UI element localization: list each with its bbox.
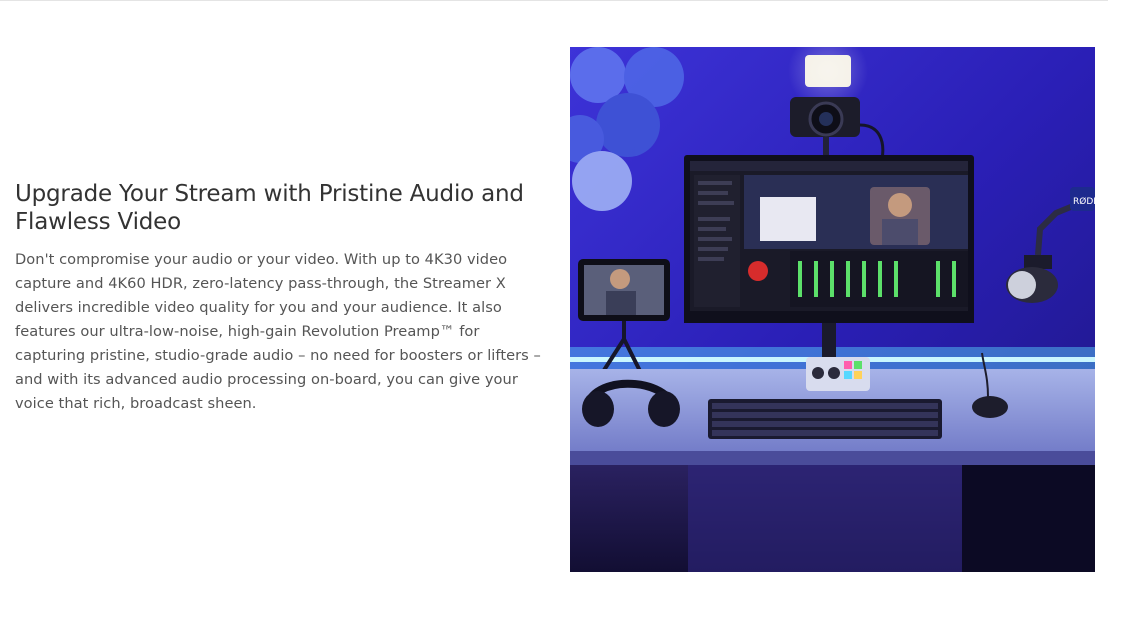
keyboard <box>708 399 942 439</box>
streaming-setup-illustration: RØDE <box>570 47 1095 572</box>
mic-brand: RØDE <box>1073 196 1095 207</box>
product-photo: RØDE <box>570 47 1095 572</box>
top-divider <box>0 0 1108 1</box>
feature-text-block: Upgrade Your Stream with Pristine Audio … <box>15 180 545 416</box>
streamer-x-device <box>806 357 870 391</box>
section-heading: Upgrade Your Stream with Pristine Audio … <box>15 181 524 235</box>
section-body: Don't compromise your audio or your vide… <box>15 251 541 412</box>
mouse <box>972 396 1008 418</box>
